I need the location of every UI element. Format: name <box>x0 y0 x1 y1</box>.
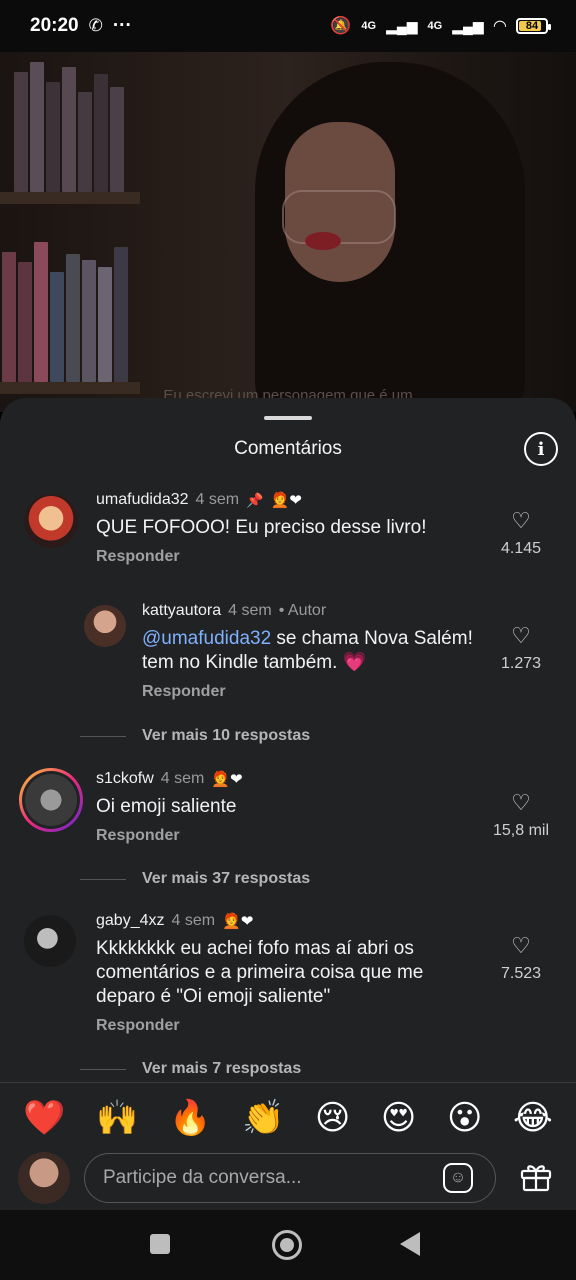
emoji-heart-eyes-button[interactable]: 😍 <box>381 1098 416 1138</box>
battery-icon: 84 <box>516 18 551 34</box>
avatar[interactable] <box>24 494 78 548</box>
view-more-replies-button[interactable]: Ver mais 37 respostas <box>142 870 310 888</box>
mute-icon: 🔕 <box>330 16 352 35</box>
heart-icon: ♡ <box>511 508 531 533</box>
clock: 20:20 <box>30 15 79 36</box>
system-navigation-bar <box>0 1210 576 1280</box>
pin-icon: 📌 <box>246 491 264 508</box>
author-liked-badge-icon: 🧑‍🦰❤ <box>222 913 254 930</box>
like-button[interactable]: ♡ 1.273 <box>486 625 556 673</box>
heart-icon: ♡ <box>511 790 531 815</box>
bookshelf-upper <box>10 62 140 192</box>
comment-username[interactable]: s1ckofw <box>96 770 154 788</box>
avatar-story-ring[interactable] <box>19 768 83 832</box>
bookshelf-lower <box>0 242 140 382</box>
recents-icon[interactable] <box>150 1234 170 1254</box>
comment-text: @umafudida32 se chama Nova Salém! tem no… <box>142 628 473 673</box>
comment-text: QUE FOFOOO! Eu preciso desse livro! <box>96 517 427 538</box>
comment-composer: Participe da conversa... ☺ <box>0 1148 576 1210</box>
reply-button[interactable]: Responder <box>96 827 476 845</box>
like-button[interactable]: ♡ 4.145 <box>486 510 556 558</box>
info-icon[interactable]: i <box>524 432 558 466</box>
author-label: • Autor <box>278 602 327 619</box>
signal-icon: ▂▄▆ <box>386 17 418 34</box>
avatar[interactable] <box>84 605 126 647</box>
heart-icon: ♡ <box>511 623 531 648</box>
like-button[interactable]: ♡ 7.523 <box>486 935 556 983</box>
status-bar: 20:20 ✆ ··· 🔕 4G ▂▄▆ 4G ▂▄▆ ◠ 84 <box>0 0 576 52</box>
comment-username[interactable]: kattyautora <box>142 602 221 620</box>
sheet-title: Comentários <box>234 438 342 459</box>
more-notifications-icon: ··· <box>112 15 132 36</box>
reply-button[interactable]: Responder <box>142 683 482 701</box>
whatsapp-icon: ✆ <box>88 16 103 35</box>
like-button[interactable]: ♡ 15,8 mil <box>486 792 556 840</box>
view-more-replies-button[interactable]: Ver mais 7 respostas <box>142 1060 301 1078</box>
comment-input[interactable]: Participe da conversa... ☺ <box>84 1153 496 1203</box>
comment-time: 4 sem <box>228 602 272 619</box>
emoji-raised-hands-button[interactable]: 🙌 <box>96 1098 138 1138</box>
author-liked-badge-icon: 🧑‍🦰❤ <box>211 771 243 788</box>
emoji-reaction-bar: ❤️ 🙌 🔥 👏 😢 😍 😮 😂 <box>0 1082 576 1152</box>
emoji-laugh-button[interactable]: 😂 <box>513 1098 553 1138</box>
my-avatar <box>18 1152 70 1204</box>
network-4g-1: 4G <box>361 20 377 32</box>
emoji-wow-button[interactable]: 😮 <box>447 1098 482 1138</box>
like-count: 1.273 <box>500 655 542 672</box>
author-liked-badge-icon: 🧑‍🦰❤ <box>270 492 302 509</box>
heart-icon: ♡ <box>511 933 531 958</box>
wifi-icon: ◠ <box>493 18 506 35</box>
like-count: 15,8 mil <box>492 822 550 839</box>
emoji-heart-button[interactable]: ❤️ <box>23 1098 65 1138</box>
avatar[interactable] <box>24 915 76 967</box>
mention-link[interactable]: @umafudida32 <box>142 628 271 649</box>
view-more-replies-button[interactable]: Ver mais 10 respostas <box>142 727 310 745</box>
comment-text: Oi emoji saliente <box>96 796 237 817</box>
reply-button[interactable]: Responder <box>96 1017 496 1035</box>
comment-time: 4 sem <box>195 491 240 508</box>
emoji-fire-button[interactable]: 🔥 <box>169 1098 211 1138</box>
back-icon[interactable] <box>400 1232 420 1256</box>
reply-button[interactable]: Responder <box>96 548 496 566</box>
gift-icon[interactable] <box>520 1162 552 1192</box>
sticker-icon[interactable]: ☺ <box>443 1163 473 1193</box>
network-4g-2: 4G <box>427 20 443 32</box>
like-count: 7.523 <box>500 965 542 982</box>
comment-time: 4 sem <box>160 770 205 787</box>
drag-handle[interactable] <box>264 416 312 420</box>
video-background[interactable]: Eu escrevi um personagem que é um <box>0 52 576 412</box>
comment-text: Kkkkkkkk eu achei fofo mas aí abri os co… <box>96 938 424 1007</box>
like-count: 4.145 <box>500 540 542 557</box>
comment-time: 4 sem <box>171 912 216 929</box>
emoji-cry-button[interactable]: 😢 <box>315 1098 350 1138</box>
signal-icon-2: ▂▄▆ <box>452 17 484 34</box>
emoji-clap-button[interactable]: 👏 <box>242 1098 284 1138</box>
comment-username[interactable]: umafudida32 <box>96 491 189 509</box>
comment-username[interactable]: gaby_4xz <box>96 912 165 930</box>
comment-input-placeholder: Participe da conversa... <box>103 1167 302 1188</box>
home-icon[interactable] <box>272 1230 302 1260</box>
